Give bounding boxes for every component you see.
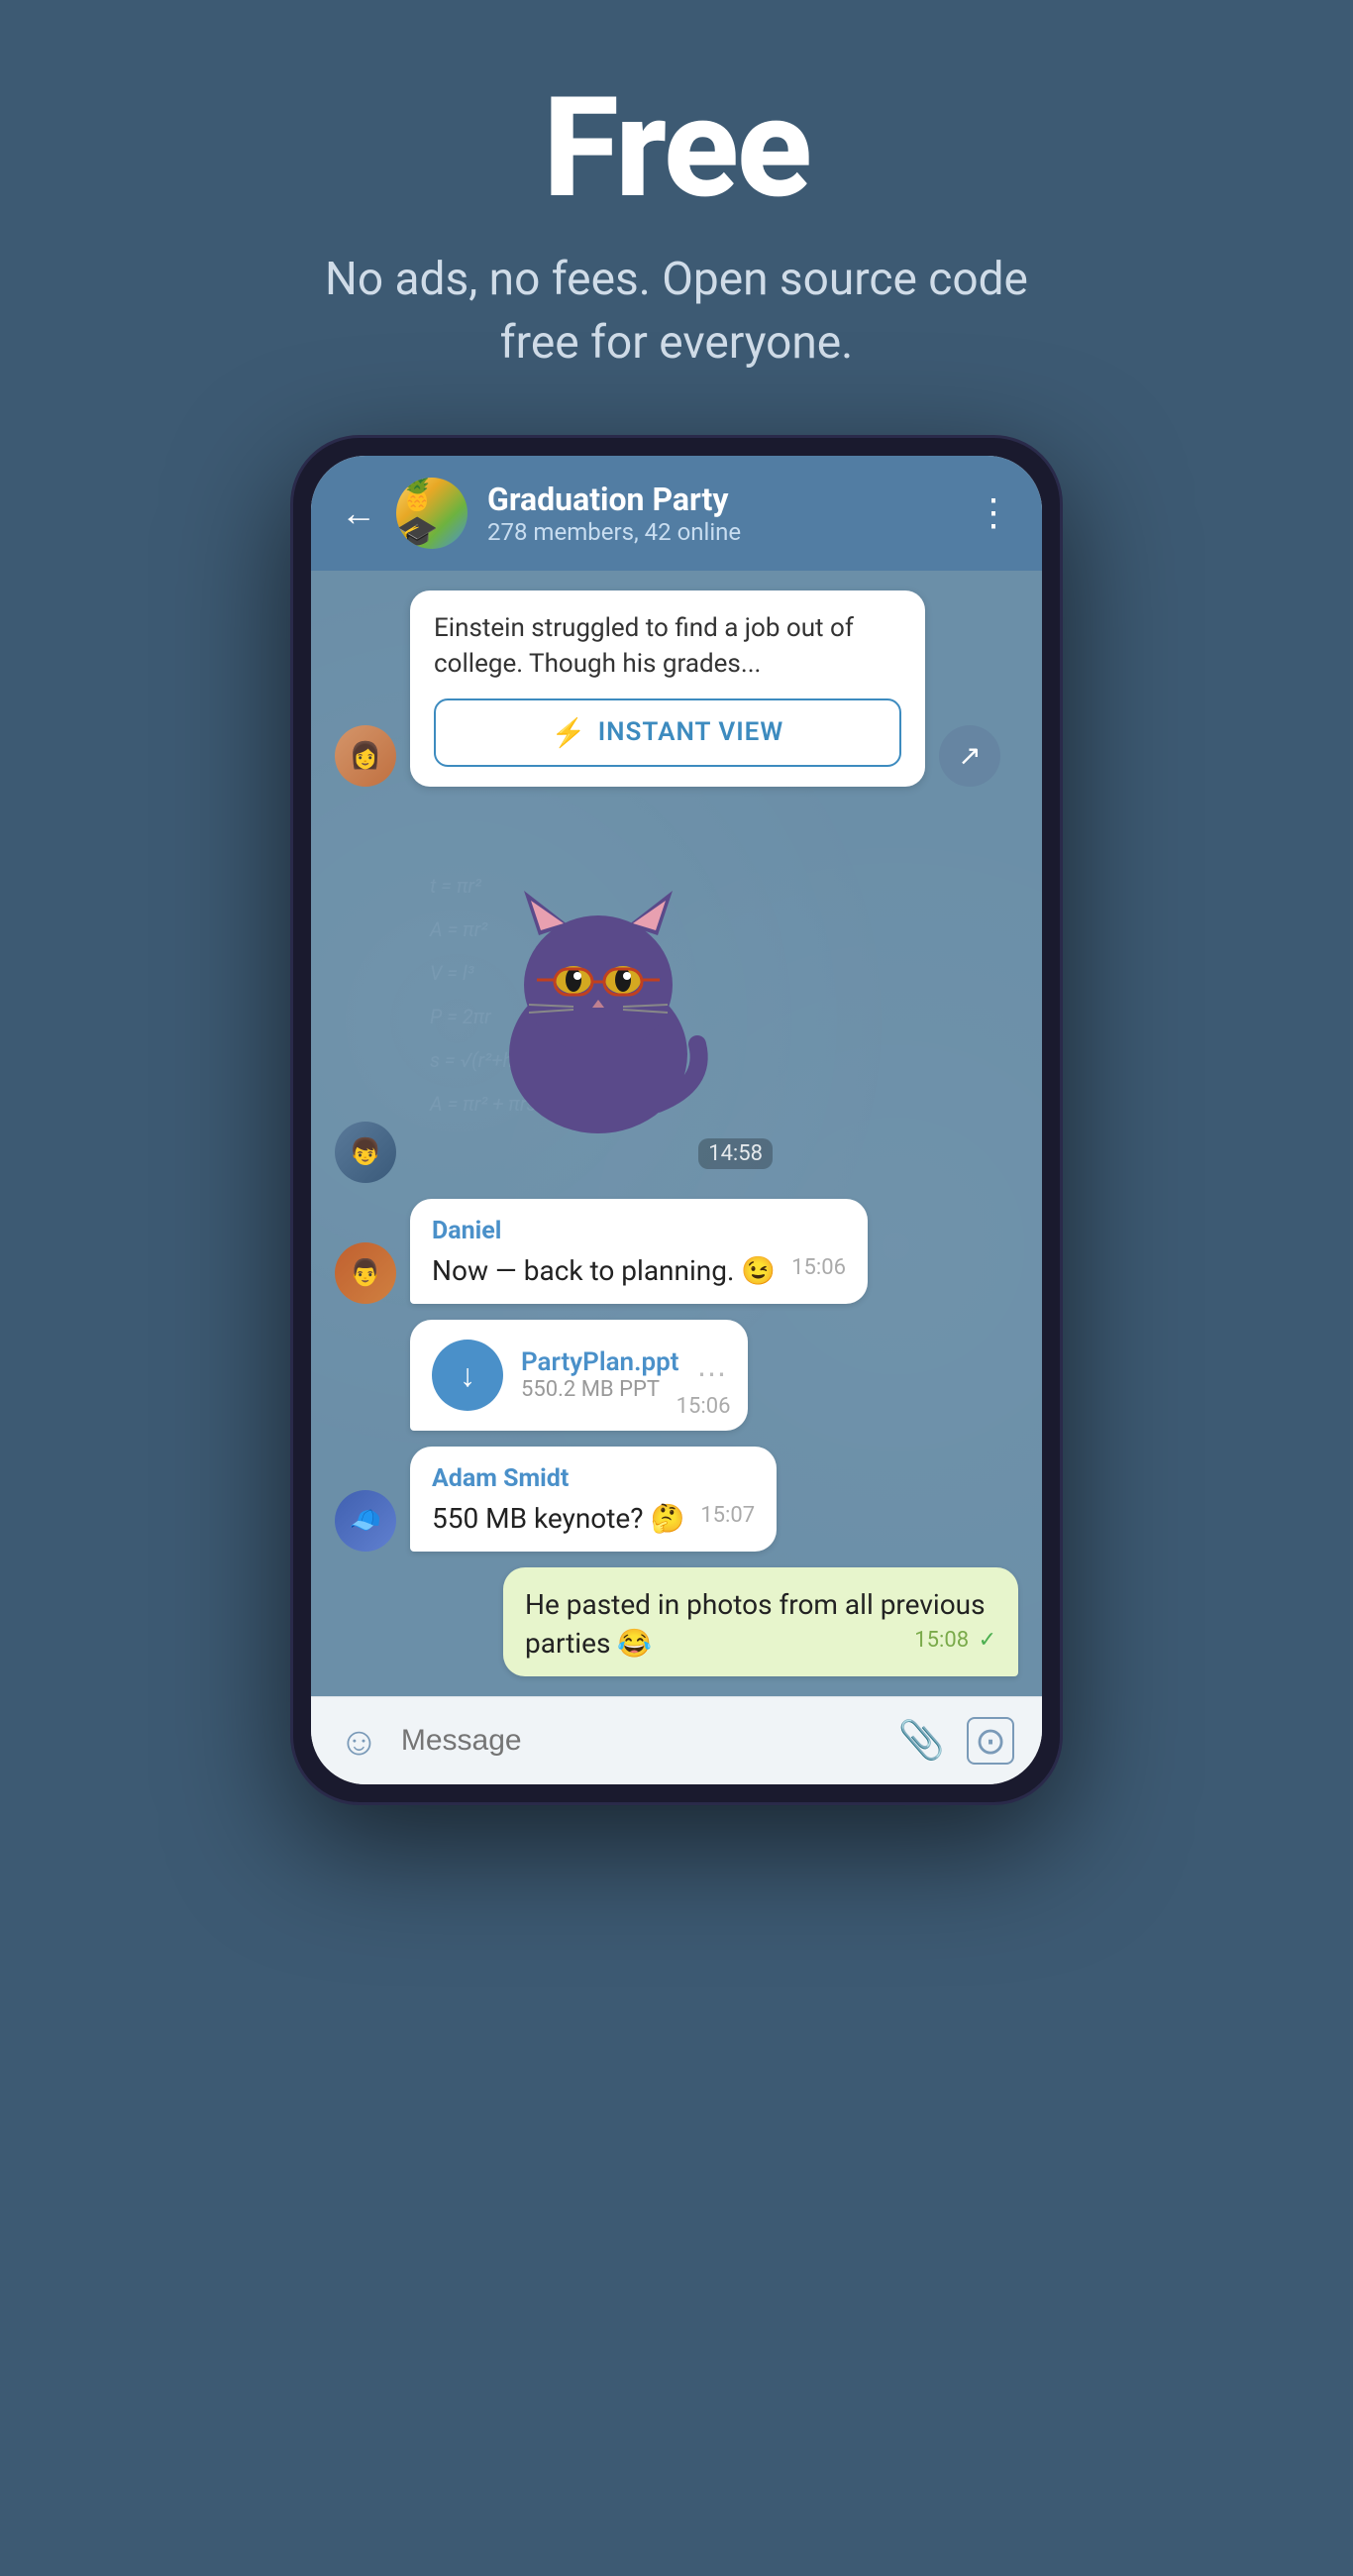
file-time: 15:06	[676, 1394, 731, 1419]
phone-mockup: ← 🍍🎓 Graduation Party 278 members, 42 on…	[290, 435, 1063, 1806]
chat-avatar: 🍍🎓	[396, 478, 468, 549]
chat-name: Graduation Party	[487, 481, 955, 518]
emoji-button[interactable]: ☺	[339, 1718, 379, 1765]
adam-message-text: 550 MB keynote? 🤔	[432, 1502, 684, 1535]
spacer	[335, 1369, 396, 1431]
camera-icon: ⊙	[975, 1719, 1006, 1764]
daniel-text-bubble: Daniel Now — back to planning. 😉 15:06	[410, 1199, 868, 1304]
daniel-message-row: 👨 Daniel Now — back to planning. 😉 15:06	[335, 1199, 1018, 1304]
link-preview-message: 👩 Einstein struggled to find a job out o…	[335, 590, 1018, 787]
chat-body: 👩 Einstein struggled to find a job out o…	[311, 571, 1042, 1697]
hero-section: Free No ads, no fees. Open source code f…	[0, 0, 1353, 435]
instant-view-button[interactable]: ⚡ INSTANT VIEW	[434, 698, 901, 767]
adam-message-row: 🧢 Adam Smidt 550 MB keynote? 🤔 15:07	[335, 1447, 1018, 1552]
link-bubble: Einstein struggled to find a job out of …	[410, 590, 925, 787]
hero-title: Free	[543, 79, 810, 218]
download-button[interactable]: ↓	[432, 1340, 503, 1411]
read-tick: ✓	[979, 1628, 996, 1653]
chat-info: Graduation Party 278 members, 42 online	[487, 481, 955, 546]
link-preview-text: Einstein struggled to find a job out of …	[434, 610, 901, 683]
message-input[interactable]	[401, 1724, 877, 1758]
chat-header: ← 🍍🎓 Graduation Party 278 members, 42 on…	[311, 456, 1042, 571]
file-name: PartyPlan.ppt	[521, 1347, 678, 1377]
sticker-area: t = πr² A = πr² V = l³ P = 2πr s = √(r²+…	[410, 806, 786, 1183]
download-icon: ↓	[460, 1356, 475, 1394]
sender-avatar-adam: 🧢	[335, 1490, 396, 1552]
file-size: 550.2 MB PPT	[521, 1377, 678, 1402]
hero-subtitle: No ads, no fees. Open source code free f…	[290, 248, 1063, 376]
attachment-button[interactable]: 📎	[898, 1719, 945, 1763]
file-more-options[interactable]: ⋯	[696, 1357, 726, 1392]
forward-icon: ↗	[958, 739, 981, 772]
chat-input-bar: ☺ 📎 ⊙	[311, 1696, 1042, 1784]
daniel-message-text: Now — back to planning. 😉	[432, 1254, 776, 1287]
sticker-message: 👦 t = πr² A = πr² V = l³ P = 2πr s = √(r…	[335, 806, 1018, 1183]
adam-sender-name: Adam Smidt	[432, 1464, 755, 1493]
sender-avatar-girl: 👩	[335, 725, 396, 787]
daniel-message-time: 15:06	[791, 1255, 846, 1280]
file-bubble: ↓ PartyPlan.ppt 550.2 MB PPT ⋯ 15:06	[410, 1320, 748, 1431]
sender-avatar-guy1: 👦	[335, 1122, 396, 1183]
lightning-icon: ⚡	[552, 716, 586, 749]
back-button[interactable]: ←	[341, 492, 376, 534]
chat-members: 278 members, 42 online	[487, 518, 955, 546]
cat-sticker	[460, 846, 737, 1143]
camera-button[interactable]: ⊙	[967, 1717, 1014, 1765]
forward-button[interactable]: ↗	[939, 725, 1000, 787]
phone-screen: ← 🍍🎓 Graduation Party 278 members, 42 on…	[311, 456, 1042, 1785]
file-info: PartyPlan.ppt 550.2 MB PPT	[521, 1347, 678, 1402]
daniel-message-group: Daniel Now — back to planning. 😉 15:06	[410, 1199, 868, 1304]
adam-message-time: 15:07	[700, 1503, 755, 1528]
sender-avatar-daniel: 👨	[335, 1242, 396, 1304]
adam-text-bubble: Adam Smidt 550 MB keynote? 🤔 15:07	[410, 1447, 777, 1552]
file-message-row: ↓ PartyPlan.ppt 550.2 MB PPT ⋯ 15:06	[335, 1320, 1018, 1431]
avatar-emoji: 🍍🎓	[396, 478, 468, 549]
own-message-bubble: He pasted in photos from all previous pa…	[503, 1567, 1018, 1676]
own-message-time: 15:08 ✓	[914, 1628, 996, 1653]
daniel-sender-name: Daniel	[432, 1217, 846, 1245]
instant-view-label: INSTANT VIEW	[598, 717, 784, 747]
more-options-icon[interactable]: ⋮	[975, 490, 1012, 535]
own-message-row: He pasted in photos from all previous pa…	[335, 1567, 1018, 1676]
